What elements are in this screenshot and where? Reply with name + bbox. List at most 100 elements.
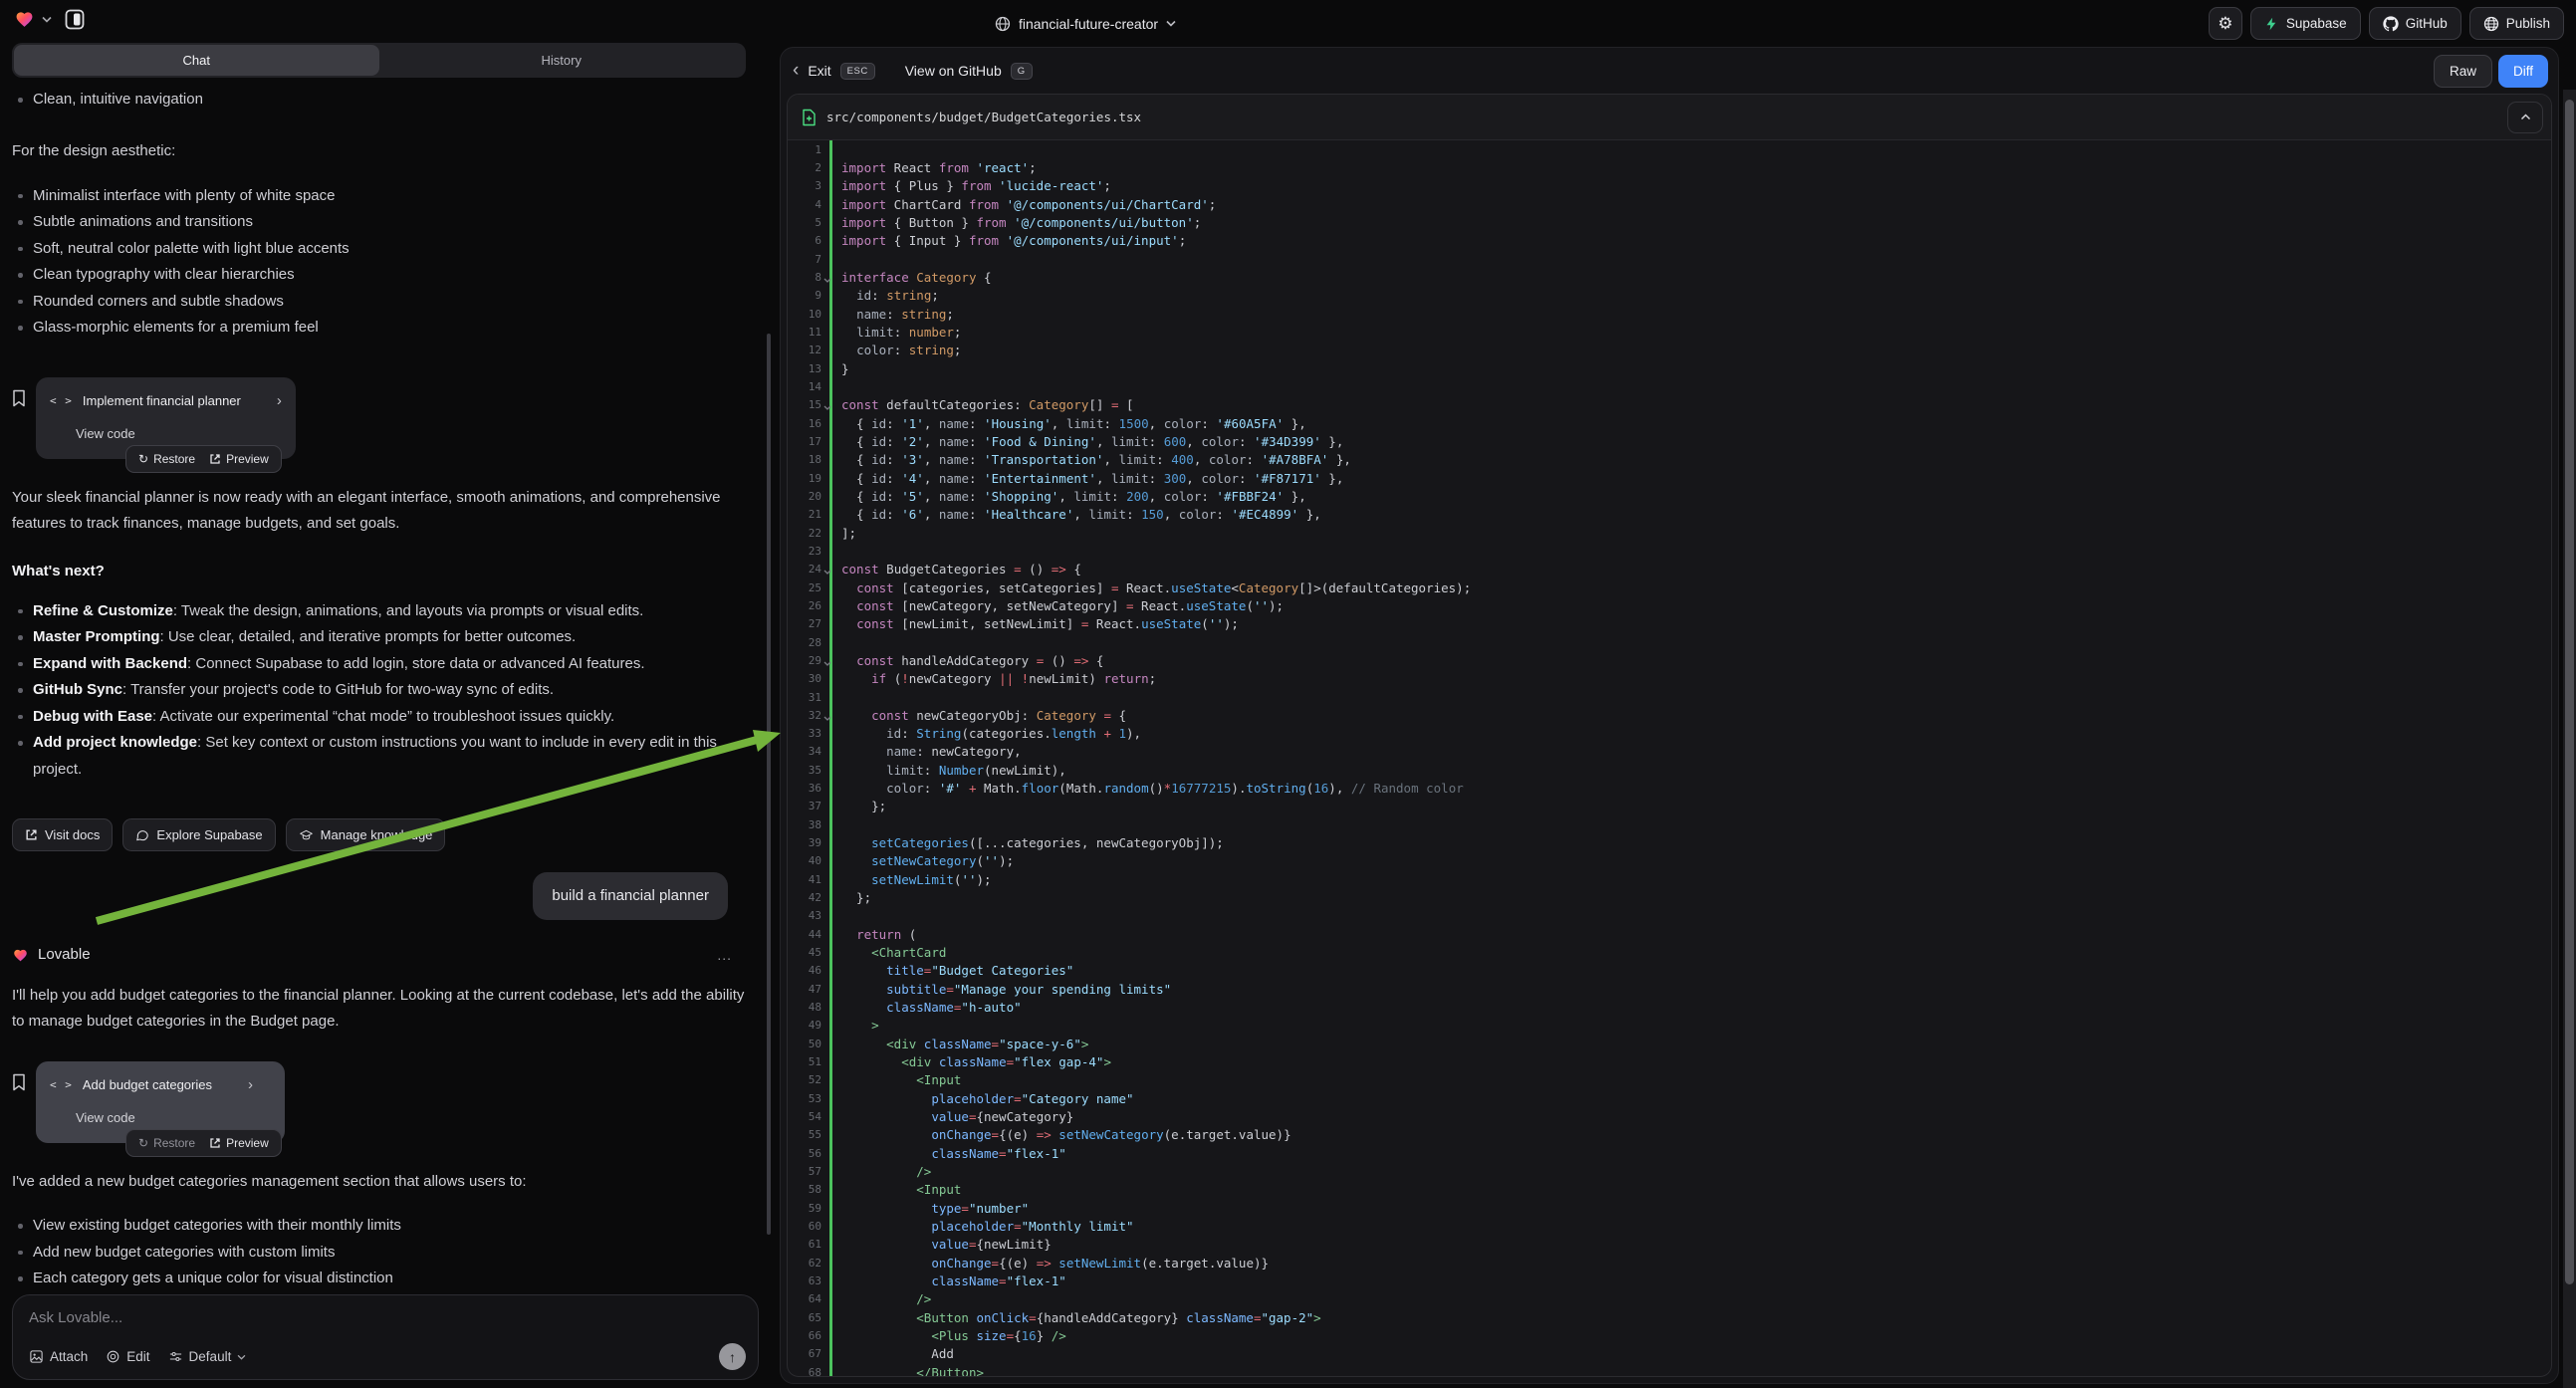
code-line-text: import React from 'react'; [821, 160, 1037, 175]
code-line: 12 color: string; [788, 342, 2551, 359]
more-options-icon[interactable]: ... [717, 942, 732, 968]
send-button[interactable]: ↑ [719, 1343, 746, 1370]
tab-history[interactable]: History [379, 45, 745, 76]
line-number: 36 [788, 782, 821, 795]
code-line: 52 <Input [788, 1071, 2551, 1089]
restore-label: Restore [153, 1130, 195, 1156]
code-line: 37 }; [788, 798, 2551, 815]
list-item: Add new budget categories with custom li… [12, 1240, 754, 1267]
diff-toggle-button[interactable]: Diff [2498, 55, 2548, 88]
restore-button[interactable]: ↻ Restore [138, 1130, 195, 1156]
list-item: View existing budget categories with the… [12, 1213, 754, 1240]
fold-chevron-icon[interactable] [823, 657, 831, 670]
chat-input[interactable] [29, 1309, 706, 1326]
code-line-text: ]; [821, 526, 856, 541]
line-number: 62 [788, 1257, 821, 1270]
code-line-text: limit: number; [821, 325, 961, 340]
chevron-right-icon[interactable]: › [277, 388, 282, 414]
list-item: Soft, neutral color palette with light b… [12, 236, 754, 263]
view-on-github-button[interactable]: View on GitHub G [905, 63, 1033, 80]
version-card-add-budget-categories[interactable]: < > Add budget categories › View code ↻ … [36, 1061, 285, 1143]
code-line: 25 const [categories, setCategories] = R… [788, 578, 2551, 596]
code-line-text: id: String(categories.length + 1), [821, 726, 1141, 741]
code-line-text: name: string; [821, 307, 954, 322]
explore-supabase-button[interactable]: Explore Supabase [122, 818, 275, 851]
fold-chevron-icon[interactable] [823, 401, 831, 414]
chevron-right-icon[interactable]: › [248, 1072, 253, 1098]
code-line: 64 /> [788, 1290, 2551, 1308]
code-line-text: placeholder="Category name" [821, 1091, 1134, 1106]
code-line: 68 </Button> [788, 1363, 2551, 1376]
tab-chat[interactable]: Chat [14, 45, 379, 76]
github-button[interactable]: GitHub [2369, 7, 2461, 40]
supabase-button[interactable]: Supabase [2250, 7, 2361, 40]
line-number: 51 [788, 1055, 821, 1068]
fold-chevron-icon[interactable] [823, 566, 831, 578]
line-number: 6 [788, 234, 821, 247]
line-number: 19 [788, 472, 821, 485]
code-line: 49 > [788, 1017, 2551, 1035]
visit-docs-button[interactable]: Visit docs [12, 818, 113, 851]
code-line-text: <Input [821, 1072, 961, 1087]
line-number: 13 [788, 362, 821, 375]
external-link-icon [209, 1137, 221, 1149]
code-line-text: </Button> [821, 1365, 984, 1376]
code-line-text: import { Button } from '@/components/ui/… [821, 215, 1201, 230]
version-card-implement-financial-planner[interactable]: < > Implement financial planner › View c… [36, 377, 296, 459]
chevron-down-icon [237, 1354, 246, 1360]
code-line-text: color: string; [821, 343, 961, 357]
preview-label: Preview [226, 446, 269, 472]
code-line: 55 onChange={(e) => setNewCategory(e.tar… [788, 1126, 2551, 1144]
lovable-heart-icon [12, 948, 29, 963]
code-line-text: placeholder="Monthly limit" [821, 1219, 1134, 1234]
project-switcher[interactable]: financial-future-creator [995, 0, 1176, 47]
g-shortcut-badge: G [1011, 63, 1033, 80]
code-line: 32 const newCategoryObj: Category = { [788, 706, 2551, 724]
publish-button[interactable]: Publish [2469, 7, 2564, 40]
edit-label: Edit [126, 1349, 149, 1364]
attach-button[interactable]: Attach [29, 1349, 88, 1364]
restore-button[interactable]: ↻ Restore [138, 446, 195, 472]
fold-chevron-icon[interactable] [823, 274, 831, 287]
edit-button[interactable]: Edit [106, 1349, 149, 1364]
mode-selector[interactable]: Default [168, 1349, 247, 1364]
settings-button[interactable]: ⚙ [2209, 7, 2242, 40]
restore-preview-pill: ↻ Restore Preview [125, 1129, 282, 1157]
preview-button[interactable]: Preview [209, 446, 269, 472]
code-line-text: import { Plus } from 'lucide-react'; [821, 178, 1111, 193]
code-line-text: { id: '2', name: 'Food & Dining', limit:… [821, 434, 1343, 449]
code-line-text: className="h-auto" [821, 1000, 1022, 1015]
code-editor[interactable]: 12import React from 'react';3import { Pl… [788, 140, 2551, 1376]
view-code-link[interactable]: View code [76, 421, 282, 447]
chat-scrollbar[interactable] [767, 334, 771, 1235]
exit-button[interactable]: ‹ Exit ESC [793, 63, 875, 80]
collapse-file-button[interactable] [2507, 102, 2543, 133]
line-number: 46 [788, 964, 821, 977]
code-line-text: import { Input } from '@/components/ui/i… [821, 233, 1186, 248]
fold-chevron-icon[interactable] [823, 712, 831, 725]
line-number: 9 [788, 289, 821, 302]
code-line: 41 setNewLimit(''); [788, 870, 2551, 888]
code-line: 23 [788, 542, 2551, 560]
bookmark-icon[interactable] [12, 1073, 26, 1091]
bookmark-icon[interactable] [12, 389, 26, 407]
manage-knowledge-button[interactable]: Manage knowledge [286, 818, 446, 851]
code-line-text: color: '#' + Math.floor(Math.random()*16… [821, 781, 1464, 796]
code-line-text: name: newCategory, [821, 744, 1022, 759]
code-line: 63 className="flex-1" [788, 1272, 2551, 1289]
file-header[interactable]: src/components/budget/BudgetCategories.t… [788, 95, 2551, 140]
line-number: 47 [788, 983, 821, 996]
view-code-link[interactable]: View code [76, 1105, 271, 1131]
line-number: 45 [788, 946, 821, 959]
window-scrollbar[interactable] [2565, 100, 2574, 1284]
code-line-text: <Button onClick={handleAddCategory} clas… [821, 1310, 1321, 1325]
line-number: 20 [788, 490, 821, 503]
line-number: 63 [788, 1274, 821, 1287]
design-heading: For the design aesthetic: [12, 138, 739, 164]
code-line: 7 [788, 250, 2551, 268]
preview-button[interactable]: Preview [209, 1130, 269, 1156]
line-number: 16 [788, 417, 821, 430]
raw-toggle-button[interactable]: Raw [2434, 55, 2492, 88]
code-line: 5import { Button } from '@/components/ui… [788, 213, 2551, 231]
line-number: 38 [788, 818, 821, 831]
